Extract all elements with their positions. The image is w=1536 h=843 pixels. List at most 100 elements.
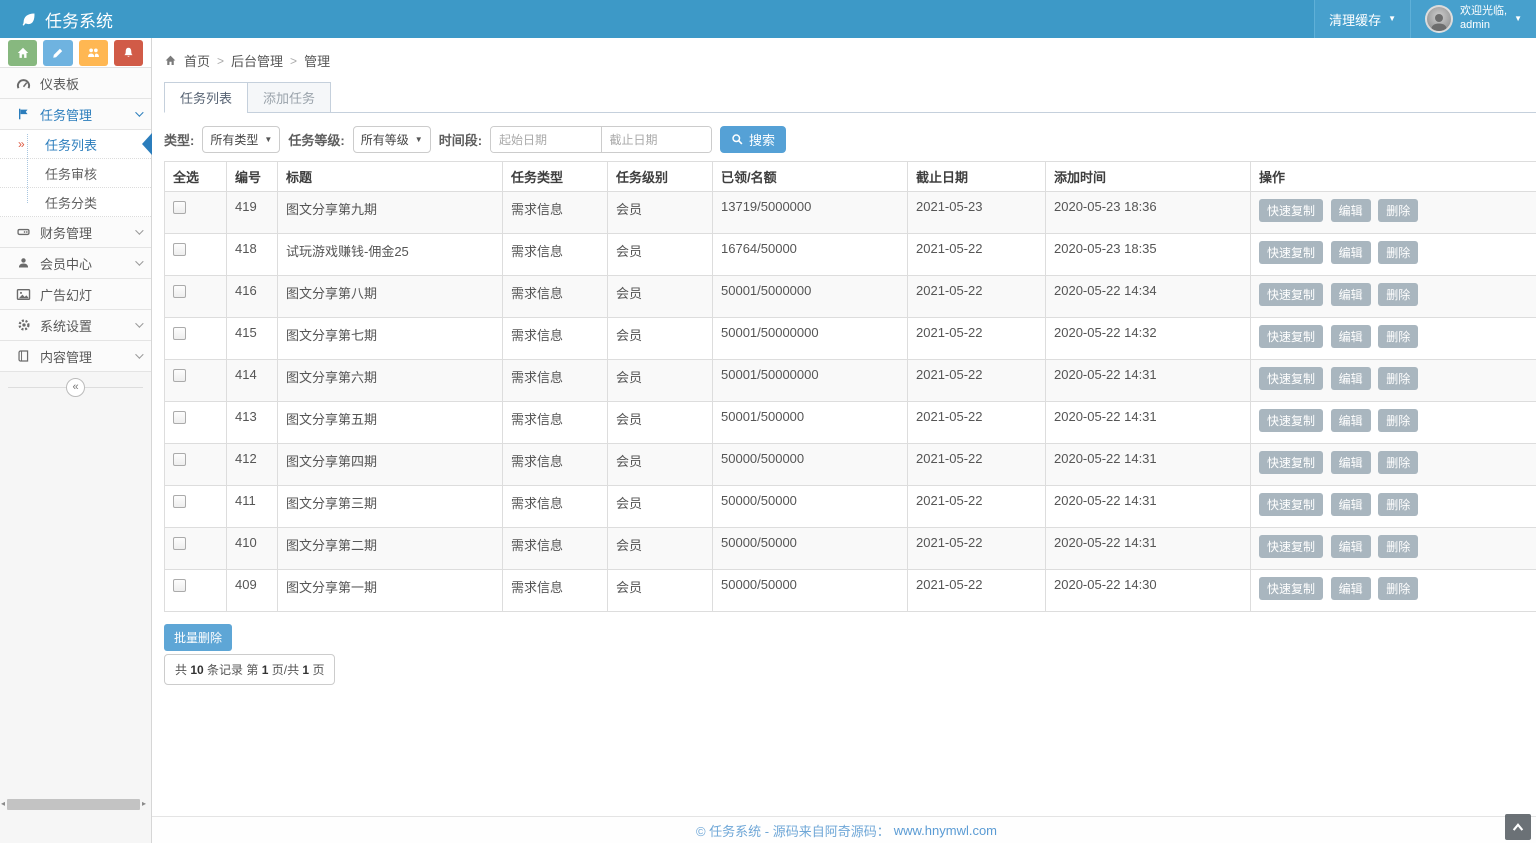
delete-button[interactable]: 删除: [1378, 367, 1418, 390]
sidebar-item-member-center[interactable]: 会员中心: [0, 248, 151, 279]
delete-button[interactable]: 删除: [1378, 409, 1418, 432]
delete-button[interactable]: 删除: [1378, 535, 1418, 558]
back-to-top-button[interactable]: [1505, 814, 1531, 840]
delete-button[interactable]: 删除: [1378, 493, 1418, 516]
delete-button[interactable]: 删除: [1378, 283, 1418, 306]
sidebar-item-task-list[interactable]: » 任务列表: [0, 130, 151, 159]
sidebar-collapse-button[interactable]: «: [66, 378, 85, 397]
chevron-up-icon: [1511, 821, 1525, 833]
cell-actions: 快速复制 编辑 删除: [1251, 234, 1536, 276]
cell-id: 415: [227, 318, 278, 360]
search-button[interactable]: 搜索: [720, 126, 786, 153]
main-content: 首页 > 后台管理 > 管理 任务列表 添加任务 类型: 所有类型 ▼ 任务等级…: [152, 38, 1536, 843]
tab-add-task[interactable]: 添加任务: [247, 82, 331, 113]
delete-button[interactable]: 删除: [1378, 241, 1418, 264]
edit-button[interactable]: 编辑: [1331, 367, 1371, 390]
quick-copy-button[interactable]: 快速复制: [1259, 199, 1323, 222]
edit-button[interactable]: 编辑: [1331, 535, 1371, 558]
quick-copy-button[interactable]: 快速复制: [1259, 409, 1323, 432]
quick-copy-button[interactable]: 快速复制: [1259, 535, 1323, 558]
footer-link[interactable]: www.hnymwl.com: [894, 823, 997, 838]
sidebar-shortcut-bar: [0, 38, 151, 68]
sidebar-item-content-management[interactable]: 内容管理: [0, 341, 151, 372]
tab-task-list[interactable]: 任务列表: [164, 82, 248, 113]
sidebar-item-task-category[interactable]: 任务分类: [0, 188, 151, 217]
sidebar-item-finance[interactable]: 财务管理: [0, 217, 151, 248]
edit-button[interactable]: 编辑: [1331, 283, 1371, 306]
record-count: 10: [190, 663, 203, 677]
row-checkbox[interactable]: [173, 495, 186, 508]
scroll-left-arrow-icon[interactable]: ◂: [1, 800, 5, 808]
filter-bar: 类型: 所有类型 ▼ 任务等级: 所有等级 ▼ 时间段: 搜索: [164, 126, 1536, 153]
row-checkbox[interactable]: [173, 537, 186, 550]
edit-button[interactable]: 编辑: [1331, 451, 1371, 474]
sidebar-item-task-management[interactable]: 任务管理: [0, 99, 151, 130]
quick-copy-button[interactable]: 快速复制: [1259, 577, 1323, 600]
cell-quota: 50001/5000000: [713, 276, 908, 318]
cell-type: 需求信息: [503, 276, 608, 318]
quick-copy-button[interactable]: 快速复制: [1259, 367, 1323, 390]
type-select[interactable]: 所有类型 ▼: [202, 126, 280, 153]
col-actions: 操作: [1251, 162, 1536, 192]
edit-button[interactable]: 编辑: [1331, 409, 1371, 432]
cell-type: 需求信息: [503, 402, 608, 444]
edit-button[interactable]: 编辑: [1331, 325, 1371, 348]
table-row: 414 图文分享第六期 需求信息 会员 50001/50000000 2021-…: [165, 360, 1536, 402]
caret-down-icon: ▼: [264, 135, 272, 144]
delete-button[interactable]: 删除: [1378, 577, 1418, 600]
sidebar-item-task-review[interactable]: 任务审核: [0, 159, 151, 188]
edit-button[interactable]: 编辑: [1331, 241, 1371, 264]
scroll-right-arrow-icon[interactable]: ▸: [142, 800, 146, 808]
edit-button[interactable]: 编辑: [1331, 577, 1371, 600]
row-checkbox[interactable]: [173, 201, 186, 214]
quick-copy-button[interactable]: 快速复制: [1259, 283, 1323, 306]
cell-deadline: 2021-05-22: [908, 402, 1046, 444]
sidebar-item-dashboard[interactable]: 仪表板: [0, 68, 151, 99]
cell-added: 2020-05-22 14:31: [1046, 528, 1251, 570]
level-select[interactable]: 所有等级 ▼: [353, 126, 431, 153]
cell-quota: 50001/50000000: [713, 318, 908, 360]
row-checkbox[interactable]: [173, 327, 186, 340]
notifications-shortcut-button[interactable]: [114, 40, 143, 66]
breadcrumb-home[interactable]: 首页: [184, 51, 210, 70]
row-checkbox[interactable]: [173, 243, 186, 256]
cell-added: 2020-05-22 14:31: [1046, 360, 1251, 402]
chevron-down-icon: [135, 350, 143, 358]
cell-type: 需求信息: [503, 444, 608, 486]
home-shortcut-button[interactable]: [8, 40, 37, 66]
row-checkbox[interactable]: [173, 369, 186, 382]
scrollbar-thumb[interactable]: [7, 799, 140, 810]
edit-button[interactable]: 编辑: [1331, 199, 1371, 222]
table-row: 410 图文分享第二期 需求信息 会员 50000/50000 2021-05-…: [165, 528, 1536, 570]
start-date-input[interactable]: [491, 127, 601, 152]
flag-icon: [16, 107, 31, 121]
sidebar-item-ad-slides[interactable]: 广告幻灯: [0, 279, 151, 310]
users-shortcut-button[interactable]: [79, 40, 108, 66]
user-menu-button[interactable]: 欢迎光临, admin ▼: [1410, 0, 1536, 38]
gauge-icon: [16, 77, 31, 90]
cell-deadline: 2021-05-22: [908, 318, 1046, 360]
edit-shortcut-button[interactable]: [43, 40, 72, 66]
period-filter-label: 时间段:: [439, 130, 482, 149]
cell-title: 图文分享第九期: [278, 192, 503, 234]
row-checkbox[interactable]: [173, 285, 186, 298]
batch-delete-button[interactable]: 批量删除: [164, 624, 232, 651]
sidebar-item-system-settings[interactable]: 系统设置: [0, 310, 151, 341]
cell-added: 2020-05-22 14:32: [1046, 318, 1251, 360]
row-checkbox[interactable]: [173, 453, 186, 466]
edit-button[interactable]: 编辑: [1331, 493, 1371, 516]
clear-cache-button[interactable]: 清理缓存 ▼: [1314, 0, 1410, 38]
col-id: 编号: [227, 162, 278, 192]
row-checkbox[interactable]: [173, 579, 186, 592]
breadcrumb-section[interactable]: 后台管理: [231, 51, 283, 70]
row-checkbox[interactable]: [173, 411, 186, 424]
quick-copy-button[interactable]: 快速复制: [1259, 493, 1323, 516]
quick-copy-button[interactable]: 快速复制: [1259, 241, 1323, 264]
end-date-input[interactable]: [602, 127, 712, 152]
delete-button[interactable]: 删除: [1378, 199, 1418, 222]
quick-copy-button[interactable]: 快速复制: [1259, 451, 1323, 474]
quick-copy-button[interactable]: 快速复制: [1259, 325, 1323, 348]
delete-button[interactable]: 删除: [1378, 451, 1418, 474]
caret-down-icon: ▼: [1388, 15, 1396, 23]
delete-button[interactable]: 删除: [1378, 325, 1418, 348]
